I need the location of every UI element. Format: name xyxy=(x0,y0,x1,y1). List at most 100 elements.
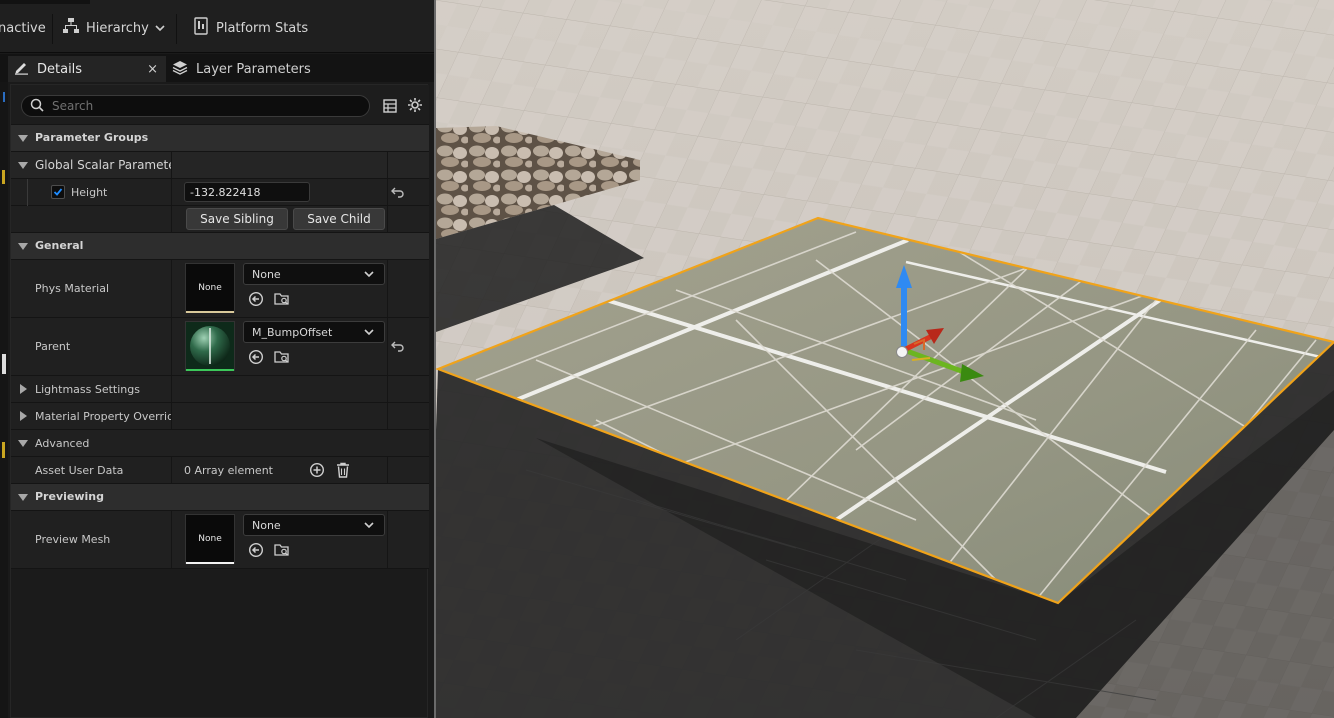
layers-icon xyxy=(172,60,188,79)
column-divider xyxy=(387,152,388,178)
use-selected-asset-icon[interactable] xyxy=(247,541,265,559)
chevron-down-icon xyxy=(364,519,374,532)
expand-arrow-icon[interactable] xyxy=(18,243,28,250)
asset-user-data-label: Asset User Data xyxy=(35,464,124,477)
table-view-icon[interactable] xyxy=(383,98,397,117)
platform-stats-label: Platform Stats xyxy=(216,20,309,36)
group-lightmass-settings[interactable]: Lightmass Settings xyxy=(11,376,429,403)
group-label: Material Property Override: xyxy=(35,410,171,423)
group-global-scalar[interactable]: Global Scalar Paramete xyxy=(11,152,429,179)
docked-tab-edge xyxy=(0,82,8,718)
edge-marker xyxy=(2,354,6,374)
column-divider xyxy=(171,318,172,375)
chevron-down-icon xyxy=(364,268,374,281)
tab-details[interactable]: Details × xyxy=(8,56,166,82)
expand-arrow-icon[interactable] xyxy=(18,494,28,501)
close-icon[interactable]: × xyxy=(147,62,158,77)
material-sphere-icon xyxy=(190,326,230,366)
top-tab-strip xyxy=(0,0,90,4)
column-divider xyxy=(171,260,172,317)
combo-value: None xyxy=(252,518,281,532)
combo-value: None xyxy=(252,267,281,281)
live-update-toggle[interactable]: nactive xyxy=(0,17,46,39)
combo-value: M_BumpOffset xyxy=(252,325,333,339)
hierarchy-button[interactable]: Hierarchy xyxy=(62,17,165,39)
expand-arrow-icon[interactable] xyxy=(18,135,28,142)
save-buttons-row: Save Sibling Save Child xyxy=(11,206,429,233)
category-parameter-groups[interactable]: Parameter Groups xyxy=(11,125,429,152)
array-element-count: 0 Array element xyxy=(184,464,273,477)
panel-tab-bar: Details × Layer Parameters xyxy=(0,54,436,82)
group-label: Advanced xyxy=(35,437,90,450)
gizmo-pivot[interactable] xyxy=(896,346,908,358)
column-divider xyxy=(171,511,172,568)
category-general[interactable]: General xyxy=(11,233,429,260)
use-selected-asset-icon[interactable] xyxy=(247,348,265,366)
preview-mesh-label: Preview Mesh xyxy=(35,533,111,546)
chevron-down-icon xyxy=(155,21,165,36)
expand-arrow-icon[interactable] xyxy=(18,162,28,169)
column-divider xyxy=(171,403,172,429)
column-divider xyxy=(387,403,388,429)
parent-material-combo[interactable]: M_BumpOffset xyxy=(243,321,385,343)
height-label: Height xyxy=(71,186,108,199)
browse-asset-icon[interactable] xyxy=(273,290,291,308)
use-selected-asset-icon[interactable] xyxy=(247,290,265,308)
property-row-asset-user-data: Asset User Data 0 Array element xyxy=(11,457,429,484)
category-label: Parameter Groups xyxy=(35,131,149,144)
reset-to-default-icon[interactable] xyxy=(391,186,405,201)
delete-elements-icon[interactable] xyxy=(334,461,352,479)
add-element-icon[interactable] xyxy=(308,461,326,479)
top-toolbar: nactive Hierarchy Platform Stats xyxy=(0,0,436,53)
column-divider xyxy=(387,260,388,317)
browse-asset-icon[interactable] xyxy=(273,348,291,366)
pencil-icon xyxy=(14,60,29,79)
property-row-parent: Parent M_BumpOffset xyxy=(11,318,429,376)
group-material-property-overrides[interactable]: Material Property Override: xyxy=(11,403,429,430)
level-viewport[interactable] xyxy=(436,0,1334,718)
group-advanced[interactable]: Advanced xyxy=(11,430,429,457)
parent-material-thumbnail[interactable] xyxy=(185,321,235,371)
inactive-label: nactive xyxy=(0,20,46,36)
phys-material-thumbnail[interactable]: None xyxy=(185,263,235,313)
column-divider xyxy=(387,457,388,483)
browse-asset-icon[interactable] xyxy=(273,541,291,559)
column-divider xyxy=(387,179,388,205)
phys-material-combo[interactable]: None xyxy=(243,263,385,285)
property-row-height: Height -132.822418 xyxy=(11,179,429,206)
column-divider xyxy=(171,457,172,483)
column-divider xyxy=(387,318,388,375)
height-value-input[interactable]: -132.822418 xyxy=(184,182,310,202)
hierarchy-label: Hierarchy xyxy=(86,20,149,36)
preview-mesh-combo[interactable]: None xyxy=(243,514,385,536)
platform-stats-button[interactable]: Platform Stats xyxy=(194,17,308,39)
expand-arrow-icon[interactable] xyxy=(18,440,28,447)
column-divider xyxy=(171,206,172,232)
search-row xyxy=(11,85,429,125)
category-label: Previewing xyxy=(35,490,104,503)
property-row-preview-mesh: Preview Mesh None None xyxy=(11,511,429,569)
viewport-scene[interactable] xyxy=(436,0,1334,718)
thumbnail-text: None xyxy=(198,534,222,544)
material-editor-panel: nactive Hierarchy Platform Stats Details xyxy=(0,0,436,718)
group-label: Lightmass Settings xyxy=(35,383,140,396)
height-checkbox[interactable] xyxy=(51,185,65,199)
edge-marker xyxy=(2,442,5,458)
edge-marker xyxy=(3,92,5,102)
reset-to-default-icon[interactable] xyxy=(391,340,405,355)
category-previewing[interactable]: Previewing xyxy=(11,484,429,511)
search-input[interactable] xyxy=(52,99,342,113)
settings-gear-icon[interactable] xyxy=(407,97,423,117)
tab-layer-parameters[interactable]: Layer Parameters xyxy=(172,56,311,82)
collapse-arrow-icon[interactable] xyxy=(20,411,27,421)
thumbnail-underline xyxy=(186,311,234,313)
column-divider xyxy=(171,179,172,205)
search-box[interactable] xyxy=(21,95,370,117)
preview-mesh-thumbnail[interactable]: None xyxy=(185,514,235,564)
collapse-arrow-icon[interactable] xyxy=(20,384,27,394)
hierarchy-icon xyxy=(62,17,80,39)
thumbnail-text: None xyxy=(198,283,222,293)
save-sibling-button[interactable]: Save Sibling xyxy=(186,208,288,230)
save-child-button[interactable]: Save Child xyxy=(293,208,385,230)
column-divider xyxy=(171,152,172,178)
